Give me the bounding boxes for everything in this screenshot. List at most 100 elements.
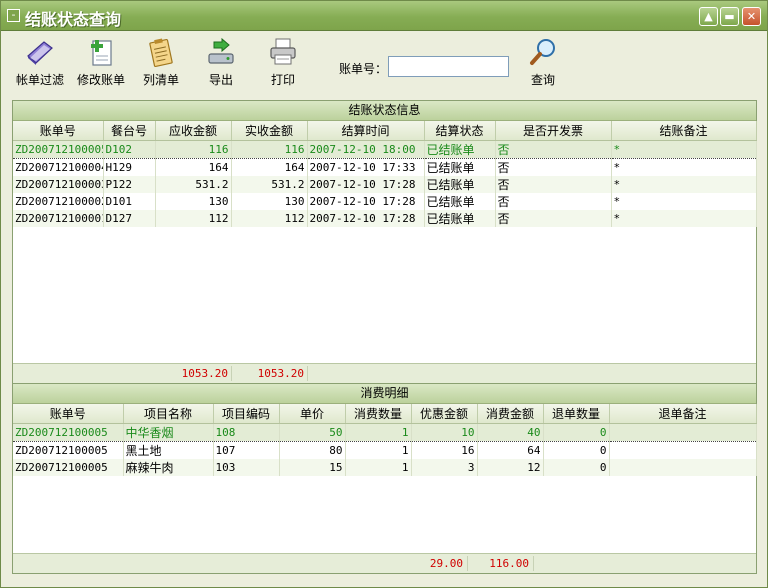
cell: 531.2 (155, 175, 232, 193)
cell: ZD200712100003 (13, 175, 104, 193)
window-title: 结账状态查询 (25, 10, 122, 29)
cell: 112 (231, 209, 308, 227)
edit-bill-button[interactable]: 修改账单 (73, 36, 129, 88)
table-row[interactable]: ZD200712100004 H129 164 164 2007-12-10 1… (13, 158, 757, 176)
cell (609, 422, 757, 442)
cell: 2007-12-10 17:28 (307, 175, 425, 193)
table-row[interactable]: ZD200712100005 中华香烟 108 50 1 10 40 0 (13, 422, 757, 442)
filter-bill-label: 帐单过滤 (15, 73, 64, 87)
book-filter-icon (27, 41, 53, 65)
export-drive-icon (208, 37, 234, 64)
title-bar[interactable]: - 结账状态查询 ▲ ▬ ✕ (1, 1, 767, 31)
clipboard-list-icon (149, 38, 173, 68)
cell: ZD200712100001 (13, 209, 104, 227)
magnifier-icon (530, 39, 555, 65)
cell: 已结账单 (424, 209, 496, 227)
cell: 2007-12-10 17:28 (307, 209, 425, 227)
col-invoice[interactable]: 是否开发票 (495, 121, 612, 141)
detail-header-row: 账单号 项目名称 项目编码 单价 消费数量 优惠金额 消费金额 退单数量 退单备… (13, 404, 757, 424)
list-label: 列清单 (142, 73, 179, 87)
detail-panel-title: 消费明细 (13, 384, 756, 404)
col-discount[interactable]: 优惠金额 (411, 404, 478, 424)
total-amount: 116.00 (489, 557, 529, 570)
col-return-remark[interactable]: 退单备注 (609, 404, 757, 424)
main-window: - 结账状态查询 ▲ ▬ ✕ 帐单过滤 修改账单 列清单 导出 打印 账单号： … (0, 0, 768, 588)
cell: 64 (477, 441, 544, 459)
cell: 103 (213, 458, 280, 476)
query-label: 查询 (530, 73, 555, 87)
table-row[interactable]: ZD200712100005 黑土地 107 80 1 16 64 0 (13, 441, 757, 459)
cell: 80 (279, 441, 346, 459)
filter-bill-button[interactable]: 帐单过滤 (13, 36, 67, 88)
table-row[interactable]: ZD200712100002 D101 130 130 2007-12-10 1… (13, 192, 757, 210)
cell: ZD200712100002 (13, 192, 104, 210)
col-item-name[interactable]: 项目名称 (123, 404, 214, 424)
col-settle-time[interactable]: 结算时间 (307, 121, 425, 141)
cell: 50 (279, 422, 346, 442)
col-quantity[interactable]: 消费数量 (345, 404, 412, 424)
cell: ZD200712100004 (13, 158, 104, 176)
col-settle-status[interactable]: 结算状态 (424, 121, 496, 141)
status-panel: 结账状态信息 账单号 餐台号 应收金额 实收金额 结算时间 结算状态 是否开发票… (12, 100, 757, 383)
cell: 否 (495, 209, 612, 227)
cell: P122 (103, 175, 156, 193)
table-row[interactable]: ZD200712100003 P122 531.2 531.2 2007-12-… (13, 175, 757, 193)
cell: 否 (495, 158, 612, 176)
status-header-row: 账单号 餐台号 应收金额 实收金额 结算时间 结算状态 是否开发票 结账备注 (13, 121, 757, 141)
cell: * (611, 175, 757, 193)
cell: 12 (477, 458, 544, 476)
cell: 中华香烟 (123, 422, 214, 442)
print-button[interactable]: 打印 (263, 36, 303, 88)
cell: 2007-12-10 17:33 (307, 158, 425, 176)
cell: ZD200712100005 (13, 139, 104, 159)
col-receivable[interactable]: 应收金额 (155, 121, 232, 141)
cell: 107 (213, 441, 280, 459)
list-button[interactable]: 列清单 (139, 36, 183, 88)
col-bill-no[interactable]: 账单号 (13, 121, 104, 141)
table-row[interactable]: ZD200712100005 麻辣牛肉 103 15 1 3 12 0 (13, 458, 757, 476)
cell: * (611, 192, 757, 210)
table-row[interactable]: ZD200712100005 D102 116 116 2007-12-10 1… (13, 139, 757, 159)
cell: 164 (155, 158, 232, 176)
cell: 已结账单 (424, 175, 496, 193)
account-number-input[interactable] (388, 56, 509, 77)
minimize-button[interactable]: ▲ (699, 7, 718, 26)
col-remark[interactable]: 结账备注 (611, 121, 757, 141)
cell (609, 458, 757, 476)
status-table: 账单号 餐台号 应收金额 实收金额 结算时间 结算状态 是否开发票 结账备注 Z… (13, 121, 757, 227)
cell: 164 (231, 158, 308, 176)
edit-document-icon (91, 40, 112, 66)
cell: 2007-12-10 17:28 (307, 192, 425, 210)
cell: 116 (231, 139, 308, 159)
cell: D127 (103, 209, 156, 227)
col-bill-no[interactable]: 账单号 (13, 404, 124, 424)
cell: ZD200712100005 (13, 458, 124, 476)
cell: 1 (345, 441, 412, 459)
status-totals-bar: 1053.20 1053.20 (13, 363, 756, 383)
total-receivable: 1053.20 (181, 367, 228, 380)
col-received[interactable]: 实收金额 (231, 121, 308, 141)
cell: 已结账单 (424, 139, 496, 159)
close-button[interactable]: ✕ (742, 7, 761, 26)
cell: 15 (279, 458, 346, 476)
col-return-qty[interactable]: 退单数量 (543, 404, 610, 424)
table-row[interactable]: ZD200712100001 D127 112 112 2007-12-10 1… (13, 209, 757, 227)
restore-button[interactable]: ▬ (720, 7, 739, 26)
cell: 否 (495, 175, 612, 193)
detail-totals-bar: 29.00 116.00 (13, 553, 756, 573)
cell: 116 (155, 139, 232, 159)
cell: 112 (155, 209, 232, 227)
system-menu-icon[interactable]: - (7, 9, 20, 22)
cell: 108 (213, 422, 280, 442)
total-discount: 29.00 (429, 557, 463, 570)
col-item-code[interactable]: 项目编码 (213, 404, 280, 424)
edit-bill-label: 修改账单 (76, 73, 125, 87)
cell: 已结账单 (424, 192, 496, 210)
cell: 40 (477, 422, 544, 442)
cell (609, 441, 757, 459)
query-button[interactable]: 查询 (523, 36, 563, 88)
export-button[interactable]: 导出 (201, 36, 241, 88)
col-table-no[interactable]: 餐台号 (103, 121, 156, 141)
col-unit-price[interactable]: 单价 (279, 404, 346, 424)
col-amount[interactable]: 消费金额 (477, 404, 544, 424)
